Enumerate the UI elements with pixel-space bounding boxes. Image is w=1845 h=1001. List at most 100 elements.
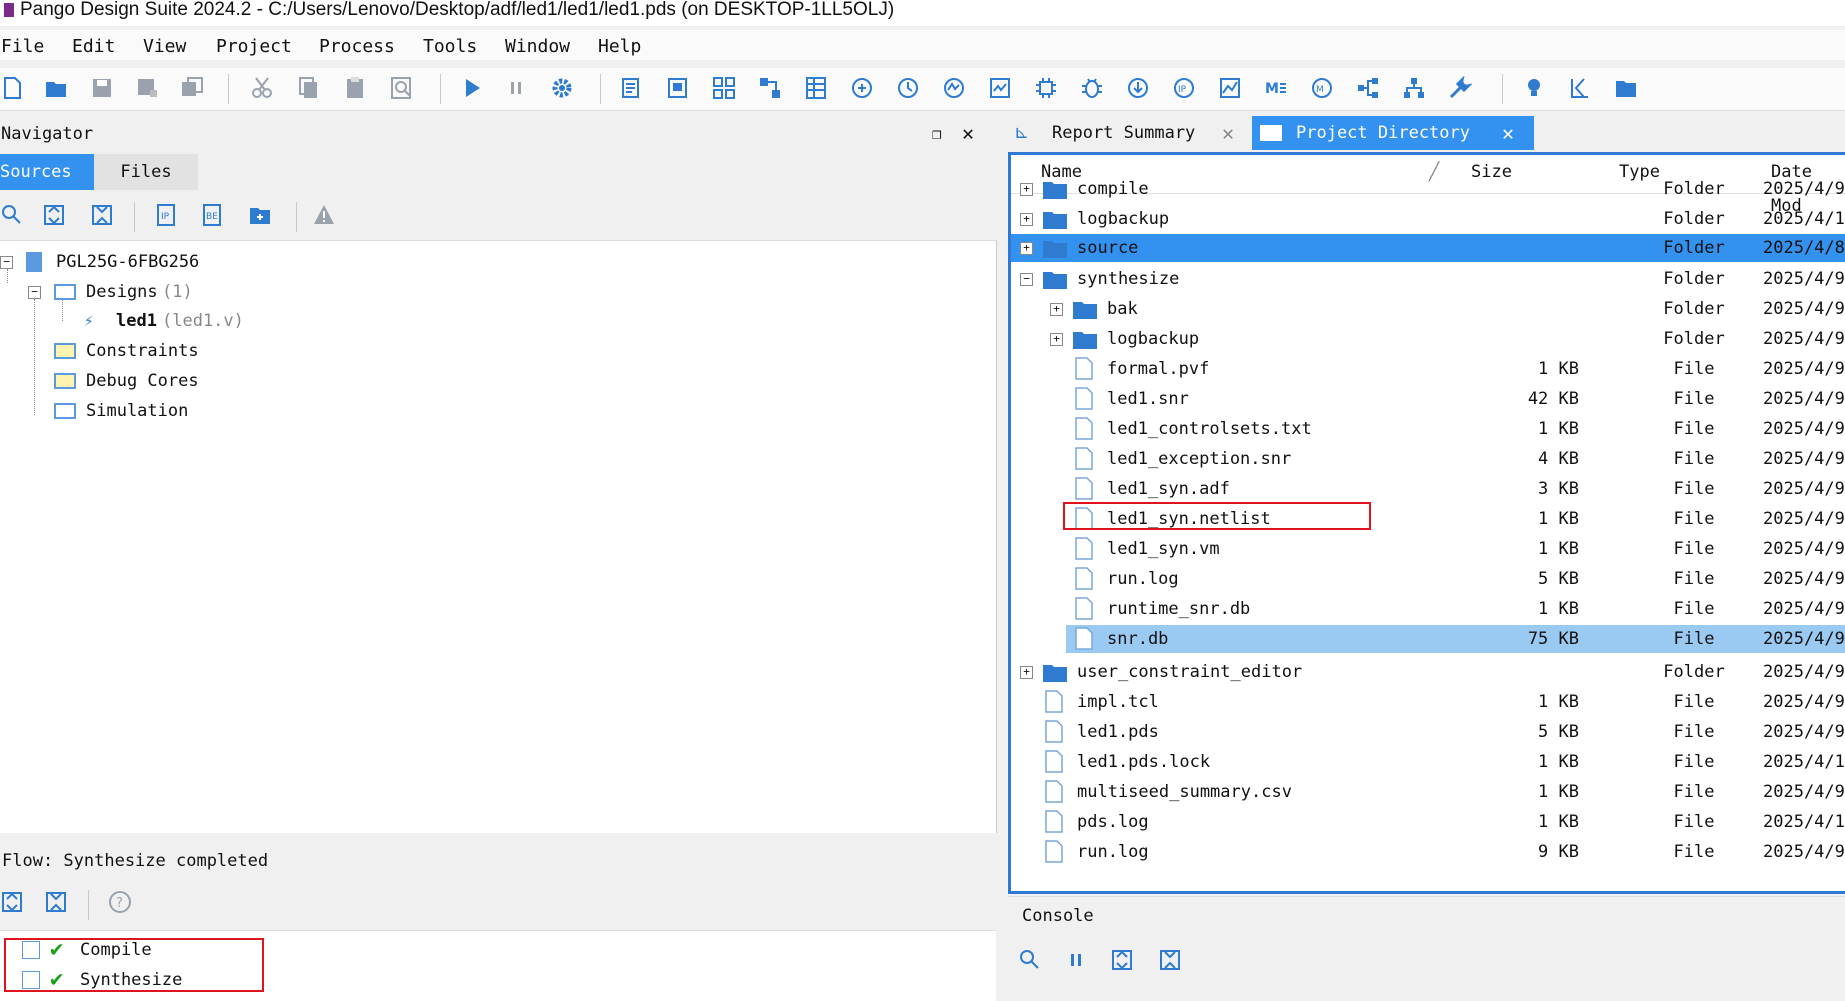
expand-toggle-icon[interactable]: +: [1020, 666, 1033, 679]
save-icon[interactable]: [90, 76, 114, 100]
directory-row[interactable]: + logbackup Folder 2025/4/1: [1011, 205, 1845, 233]
netlist-icon[interactable]: [758, 76, 782, 100]
directory-row[interactable]: + compile Folder 2025/4/9: [1011, 175, 1845, 203]
directory-row[interactable]: − synthesize Folder 2025/4/9: [1011, 265, 1845, 293]
close-navigator-icon[interactable]: ✕: [962, 121, 974, 145]
folder-icon: [1043, 239, 1067, 258]
expand-toggle-icon[interactable]: +: [1050, 333, 1063, 346]
add-be-icon[interactable]: BE: [200, 203, 224, 227]
restore-window-icon[interactable]: ❐: [932, 124, 942, 143]
directory-row[interactable]: run.log 9 KB File 2025/4/9: [1011, 838, 1845, 866]
directory-row[interactable]: multiseed_summary.csv 1 KB File 2025/4/9: [1011, 778, 1845, 806]
new-file-icon[interactable]: [0, 76, 24, 100]
close-report-summary-icon[interactable]: ✕: [1222, 116, 1234, 150]
console-search-icon[interactable]: [1018, 948, 1042, 972]
directory-row[interactable]: led1_syn.adf 3 KB File 2025/4/9: [1011, 475, 1845, 503]
expand-all-icon[interactable]: [42, 203, 66, 227]
tools-wrench-icon[interactable]: [1448, 75, 1473, 100]
project-folder-icon[interactable]: [1614, 76, 1638, 100]
search-icon[interactable]: [0, 203, 24, 227]
directory-row[interactable]: led1_controlsets.txt 1 KB File 2025/4/9: [1011, 415, 1845, 443]
run-icon[interactable]: [460, 76, 484, 100]
waveform-icon[interactable]: [988, 76, 1012, 100]
collapse-device-icon[interactable]: −: [0, 256, 13, 269]
save-as-icon[interactable]: [135, 76, 159, 100]
console-pause-icon[interactable]: [1064, 948, 1088, 972]
expand-toggle-icon[interactable]: +: [1020, 213, 1033, 226]
directory-row[interactable]: led1.pds.lock 1 KB File 2025/4/1: [1011, 748, 1845, 776]
directory-row[interactable]: led1.snr 42 KB File 2025/4/9: [1011, 385, 1845, 413]
report-icon[interactable]: [666, 76, 690, 100]
directory-row[interactable]: impl.tcl 1 KB File 2025/4/9: [1011, 688, 1845, 716]
edit-source-icon[interactable]: [620, 76, 644, 100]
paste-icon[interactable]: [343, 76, 367, 100]
flow-collapse-icon[interactable]: [44, 890, 68, 914]
save-all-icon[interactable]: [180, 76, 204, 100]
menu-tools[interactable]: Tools: [423, 36, 477, 57]
memory-icon[interactable]: M: [1264, 76, 1288, 100]
directory-row[interactable]: snr.db 75 KB File 2025/4/9: [1066, 625, 1845, 653]
directory-row[interactable]: led1_exception.snr 4 KB File 2025/4/9: [1011, 445, 1845, 473]
directory-row[interactable]: + bak Folder 2025/4/9: [1011, 295, 1845, 323]
copy-icon[interactable]: [296, 76, 320, 100]
tab-sources[interactable]: Sources: [0, 154, 94, 190]
directory-row[interactable]: runtime_snr.db 1 KB File 2025/4/9: [1011, 595, 1845, 623]
add-folder-icon[interactable]: [248, 203, 272, 227]
help-icon[interactable]: ?: [108, 890, 132, 914]
tab-files[interactable]: Files: [94, 154, 198, 190]
open-folder-icon[interactable]: [44, 76, 68, 100]
menu-view[interactable]: View: [143, 36, 186, 57]
file-icon: [1075, 537, 1093, 560]
console-collapse-icon[interactable]: [1158, 948, 1182, 972]
console-expand-icon[interactable]: [1110, 948, 1134, 972]
flow-expand-icon[interactable]: [0, 890, 24, 914]
ip-catalog-icon[interactable]: IP: [1172, 76, 1196, 100]
settings-gear-icon[interactable]: [550, 76, 574, 100]
menu-window[interactable]: Window: [505, 36, 570, 57]
expand-toggle-icon[interactable]: −: [1020, 273, 1033, 286]
tree-icon[interactable]: [1402, 76, 1426, 100]
menu-process[interactable]: Process: [319, 36, 395, 57]
row-name: source: [1077, 238, 1139, 258]
directory-row[interactable]: formal.pvf 1 KB File 2025/4/9: [1011, 355, 1845, 383]
schematic-icon[interactable]: [712, 76, 736, 100]
directory-row[interactable]: + user_constraint_editor Folder 2025/4/9: [1011, 658, 1845, 686]
report-summary-icon[interactable]: [1568, 76, 1592, 100]
pause-icon[interactable]: [504, 76, 528, 100]
directory-row[interactable]: led1_syn.vm 1 KB File 2025/4/9: [1011, 535, 1845, 563]
row-size: 1 KB: [1538, 812, 1579, 832]
lightbulb-icon[interactable]: [1522, 76, 1546, 100]
chip-icon[interactable]: [1034, 76, 1058, 100]
find-icon[interactable]: [390, 76, 414, 100]
directory-row[interactable]: run.log 5 KB File 2025/4/9: [1011, 565, 1845, 593]
hierarchy-icon[interactable]: [1356, 76, 1380, 100]
cut-icon[interactable]: [250, 76, 274, 100]
menu-help[interactable]: Help: [598, 36, 641, 57]
menu-file[interactable]: File: [1, 36, 44, 57]
collapse-all-icon[interactable]: [90, 203, 114, 227]
clock-icon[interactable]: [896, 76, 920, 100]
download-icon[interactable]: [1126, 76, 1150, 100]
debug-bug-icon[interactable]: [1080, 76, 1104, 100]
analyzer-icon[interactable]: [942, 76, 966, 100]
expand-toggle-icon[interactable]: +: [1020, 183, 1033, 196]
chart-icon[interactable]: [1218, 76, 1242, 100]
directory-row[interactable]: pds.log 1 KB File 2025/4/1: [1011, 808, 1845, 836]
refresh-cycle-icon[interactable]: [850, 76, 874, 100]
tab-report-summary[interactable]: ⊾ Report Summary ✕: [1010, 116, 1246, 150]
collapse-designs-icon[interactable]: −: [28, 286, 41, 299]
add-ip-icon[interactable]: IP: [154, 203, 178, 227]
expand-toggle-icon[interactable]: +: [1050, 303, 1063, 316]
menu-project[interactable]: Project: [216, 36, 292, 57]
close-project-directory-icon[interactable]: ✕: [1502, 116, 1514, 150]
module-icon[interactable]: M: [1310, 76, 1334, 100]
warning-icon[interactable]: [312, 203, 336, 227]
directory-row[interactable]: led1.pds 5 KB File 2025/4/9: [1011, 718, 1845, 746]
expand-toggle-icon[interactable]: +: [1020, 242, 1033, 255]
directory-row[interactable]: + source Folder 2025/4/8: [1011, 234, 1845, 262]
tab-project-directory[interactable]: Project Directory ✕: [1252, 116, 1534, 150]
menu-edit[interactable]: Edit: [72, 36, 115, 57]
row-date: 2025/4/9: [1763, 179, 1845, 199]
timing-table-icon[interactable]: [804, 76, 828, 100]
directory-row[interactable]: + logbackup Folder 2025/4/9: [1011, 325, 1845, 353]
